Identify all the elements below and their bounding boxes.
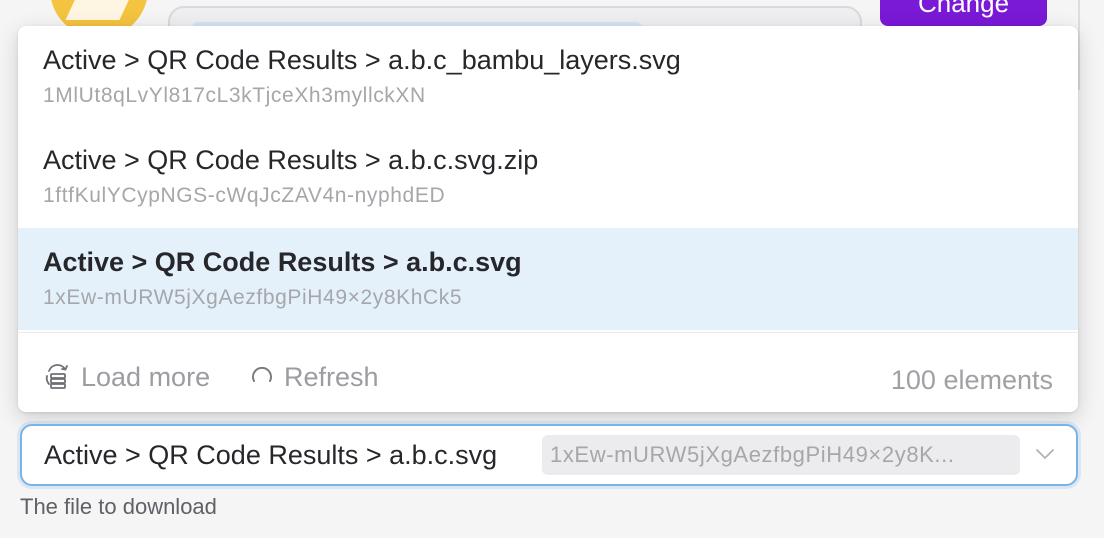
dropdown-footer: Load more Refresh 100 elements	[18, 332, 1078, 412]
option-id: 1MlUt8qLvYl817cL3kTjceXh3myllckXN	[43, 84, 426, 107]
selected-file-path: Active > QR Code Results > a.b.c.svg	[44, 440, 498, 470]
load-more-label: Load more	[81, 361, 211, 392]
option-id: 1ftfKulYCypNGS-cWqJcZAV4n-nyphdED	[43, 184, 446, 207]
load-more-button[interactable]: Load more	[43, 359, 210, 395]
option-path: Active > QR Code Results > a.b.c.svg.zip	[43, 145, 539, 175]
divider	[1078, 0, 1080, 90]
elements-count: 100 elements	[890, 365, 1053, 395]
refresh-button[interactable]: Refresh	[248, 359, 379, 395]
selected-file-id-badge: 1xEw-mURW5jXgAezfbgPiH49×2y8K...	[542, 435, 1020, 475]
option-id: 1xEw-mURW5jXgAezfbgPiH49×2y8KhCk5	[43, 286, 463, 309]
load-more-icon	[45, 364, 68, 389]
refresh-label: Refresh	[284, 361, 379, 392]
option-path: Active > QR Code Results > a.b.c_bambu_l…	[43, 45, 681, 75]
help-text: The file to download	[20, 494, 217, 519]
file-select[interactable]: Active > QR Code Results > a.b.c.svg 1xE…	[20, 424, 1078, 486]
refresh-icon	[252, 366, 272, 382]
dropdown-option[interactable]: Active > QR Code Results > a.b.c.svg.zip…	[18, 126, 1078, 226]
file-dropdown-menu: Active > QR Code Results > a.b.c_bambu_l…	[18, 26, 1078, 412]
chevron-down-icon	[1036, 449, 1054, 459]
option-path: Active > QR Code Results > a.b.c.svg	[43, 247, 522, 277]
dropdown-option[interactable]: Active > QR Code Results > a.b.c_bambu_l…	[18, 26, 1078, 126]
dropdown-option-selected[interactable]: Active > QR Code Results > a.b.c.svg 1xE…	[18, 228, 1078, 330]
change-button[interactable]: Change	[880, 0, 1047, 26]
